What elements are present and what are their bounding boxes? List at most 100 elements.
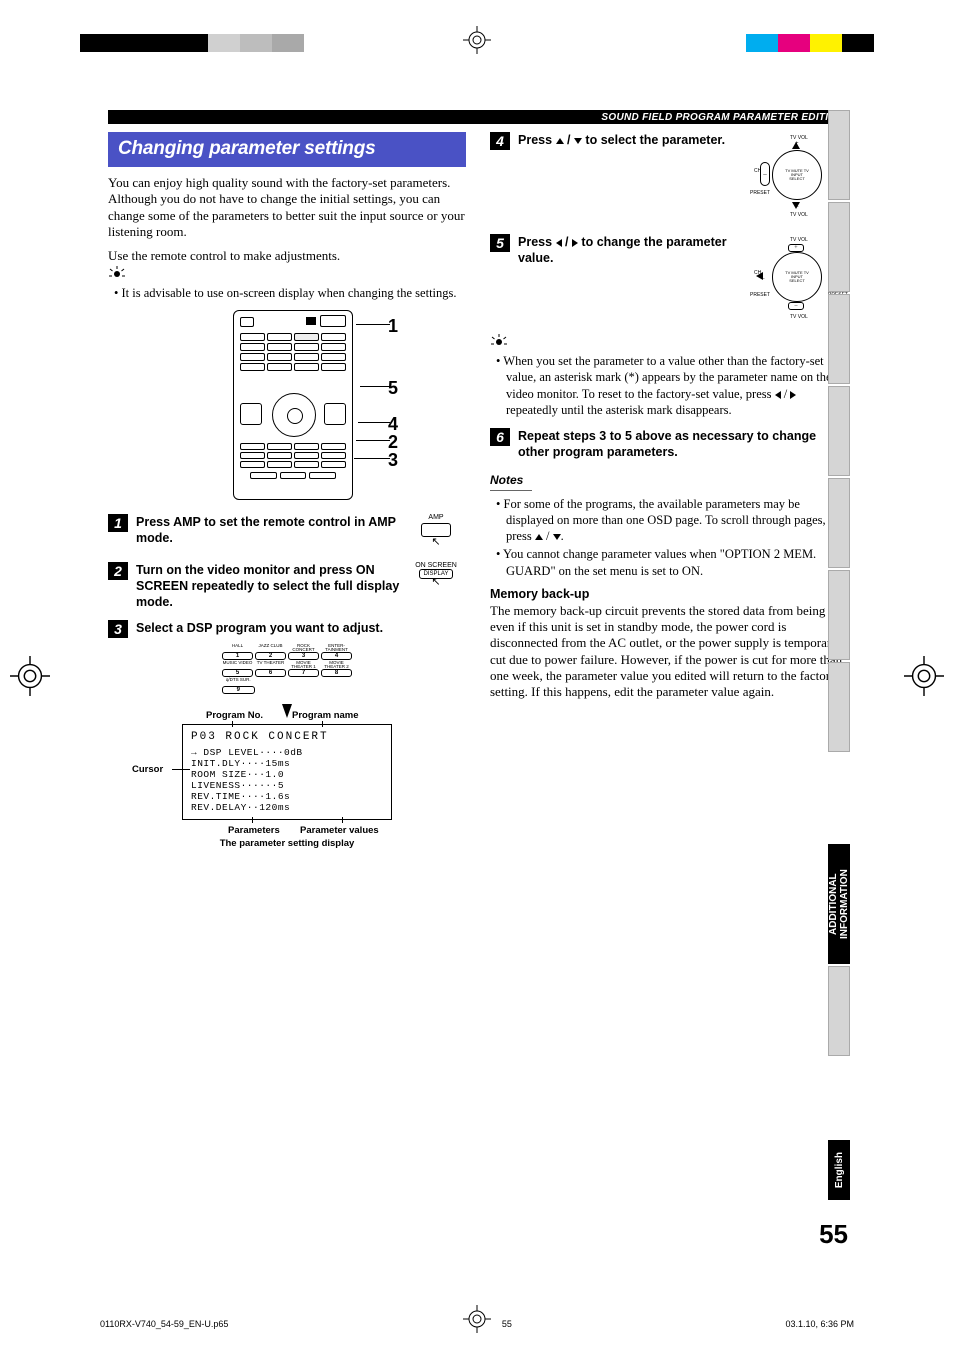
remote-diagram (233, 310, 353, 500)
color-bars-right (746, 34, 874, 52)
footer-filename: 0110RX-V740_54-59_EN-U.p65 (100, 1319, 228, 1329)
right-column: 4 Press / to select the parameter. TV VO… (490, 132, 848, 849)
intro-paragraph: You can enjoy high quality sound with th… (108, 175, 466, 240)
side-tab-blank (828, 478, 850, 568)
anno-param-values: Parameter values (300, 825, 379, 836)
step-number: 6 (490, 428, 510, 446)
onscreen-label: ON SCREEN (415, 562, 457, 569)
step-1-diagram: AMP ↖ (406, 514, 466, 552)
step-2-diagram: ON SCREEN DISPLAY ↖ (406, 562, 466, 592)
remote-btn (306, 317, 316, 325)
anno-cursor: Cursor (132, 764, 163, 775)
osd-line: REV.TIME····1.6s (191, 792, 383, 803)
anno-program-no: Program No. (206, 710, 263, 721)
step-number: 2 (108, 562, 128, 580)
remote-lower-buttons (240, 443, 346, 479)
osd-box: P03 ROCK CONCERT → DSP LEVEL····0dB INIT… (182, 724, 392, 820)
step-3-text: Select a DSP program you want to adjust. (136, 620, 466, 636)
remote-callout-5: 5 (388, 378, 398, 399)
page: SOUND FIELD PROGRAM PARAMETER EDITING Ch… (0, 0, 954, 1351)
hand-cursor-icon: ↖ (431, 535, 440, 548)
notes-section: Notes For some of the programs, the avai… (490, 471, 848, 579)
registration-mark-bottom-icon (463, 1305, 491, 1333)
remote-note: Use the remote control to make adjustmen… (108, 248, 466, 264)
registration-mark-right-icon (904, 656, 944, 696)
side-tab-blank (828, 294, 850, 384)
hand-cursor-icon: ↖ (431, 575, 440, 588)
osd-line: REV.DELAY··120ms (191, 803, 383, 814)
section-title: Changing parameter settings (118, 138, 456, 160)
side-tab-blank (828, 570, 850, 660)
step-2-text: Turn on the video monitor and press ON S… (136, 562, 400, 611)
color-bars-left (80, 34, 304, 52)
step-4: 4 Press / to select the parameter. TV VO… (490, 132, 848, 222)
step-number: 3 (108, 620, 128, 638)
caret-up-icon (556, 138, 564, 144)
step-number: 1 (108, 514, 128, 532)
page-number: 55 (819, 1219, 848, 1250)
caret-left-icon (775, 391, 781, 399)
side-tabs: ADDITIONAL INFORMATION English (826, 110, 850, 1250)
step-5: 5 Press / to change the parameter value.… (490, 234, 848, 324)
anno-parameters: Parameters (228, 825, 280, 836)
caret-down-icon (574, 138, 582, 144)
side-tab-blank (828, 386, 850, 476)
remote-dpad (272, 393, 316, 437)
footer-date: 03.1.10, 6:36 PM (785, 1319, 854, 1329)
left-column: Changing parameter settings You can enjo… (108, 132, 466, 849)
tip-icon (490, 334, 508, 348)
caret-down-icon (553, 534, 561, 540)
note-1: For some of the programs, the available … (506, 496, 848, 545)
step-1-text: Press AMP to set the remote control in A… (136, 514, 400, 547)
remote-btn (320, 315, 346, 327)
osd-caption: The parameter setting display (108, 838, 466, 849)
side-tab-blank (828, 202, 850, 292)
remote-btn (240, 403, 262, 425)
header-bar-text: SOUND FIELD PROGRAM PARAMETER EDITING (601, 112, 848, 123)
step-number: 4 (490, 132, 510, 150)
side-tab-blank (828, 966, 850, 1056)
step-6-text: Repeat steps 3 to 5 above as necessary t… (518, 428, 848, 461)
tip-block-2: When you set the parameter to a value ot… (490, 334, 848, 418)
footer-page: 55 (502, 1319, 512, 1329)
amp-label: AMP (428, 514, 443, 521)
side-tab-blank (828, 662, 850, 752)
caret-right-icon (790, 391, 796, 399)
remote-btn (240, 317, 254, 327)
tip-icon (108, 266, 126, 280)
registration-mark-icon (463, 26, 491, 54)
caret-up-icon (535, 534, 543, 540)
dsp-program-buttons: HALL1 JAZZ CLUB2 ROCK CONCERT3 ENTER-TAI… (222, 644, 352, 694)
remote-callout-1: 1 (388, 316, 398, 337)
notes-label: Notes (490, 473, 523, 487)
arrow-down-icon (282, 704, 292, 718)
anno-program-name: Program name (292, 710, 359, 721)
registration-mark-left-icon (10, 656, 50, 696)
memory-backup-heading: Memory back-up (490, 587, 848, 601)
step-number: 5 (490, 234, 510, 252)
step-2: 2 Turn on the video monitor and press ON… (108, 562, 466, 611)
tip-1-text: It is advisable to use on-screen display… (124, 285, 466, 301)
section-title-block: Changing parameter settings (108, 132, 466, 167)
side-tab-additional-info: ADDITIONAL INFORMATION (828, 844, 850, 964)
step-1: 1 Press AMP to set the remote control in… (108, 514, 466, 552)
tip-block-1: It is advisable to use on-screen display… (108, 266, 466, 301)
side-tab-english: English (828, 1140, 850, 1200)
side-tab-blank (828, 110, 850, 200)
step-4-text: Press / to select the parameter. (518, 132, 748, 148)
header-bar: SOUND FIELD PROGRAM PARAMETER EDITING (108, 110, 848, 124)
remote-callout-3: 3 (388, 450, 398, 471)
note-2: You cannot change parameter values when … (506, 546, 848, 579)
step-3: 3 Select a DSP program you want to adjus… (108, 620, 466, 638)
step-5-text: Press / to change the parameter value. (518, 234, 748, 267)
remote-btn (324, 403, 346, 425)
tip-2-text: When you set the parameter to a value ot… (506, 353, 848, 418)
memory-backup-text: The memory back-up circuit prevents the … (490, 603, 848, 701)
remote-button-grid (240, 333, 346, 389)
osd-line: LIVENESS······5 (191, 781, 383, 792)
osd-display: Program No. Program name Cursor P03 ROCK… (182, 724, 392, 820)
osd-title: P03 ROCK CONCERT (191, 731, 383, 744)
step-6: 6 Repeat steps 3 to 5 above as necessary… (490, 428, 848, 461)
printers-marks-top (0, 28, 954, 68)
content-area: SOUND FIELD PROGRAM PARAMETER EDITING Ch… (108, 110, 848, 1250)
